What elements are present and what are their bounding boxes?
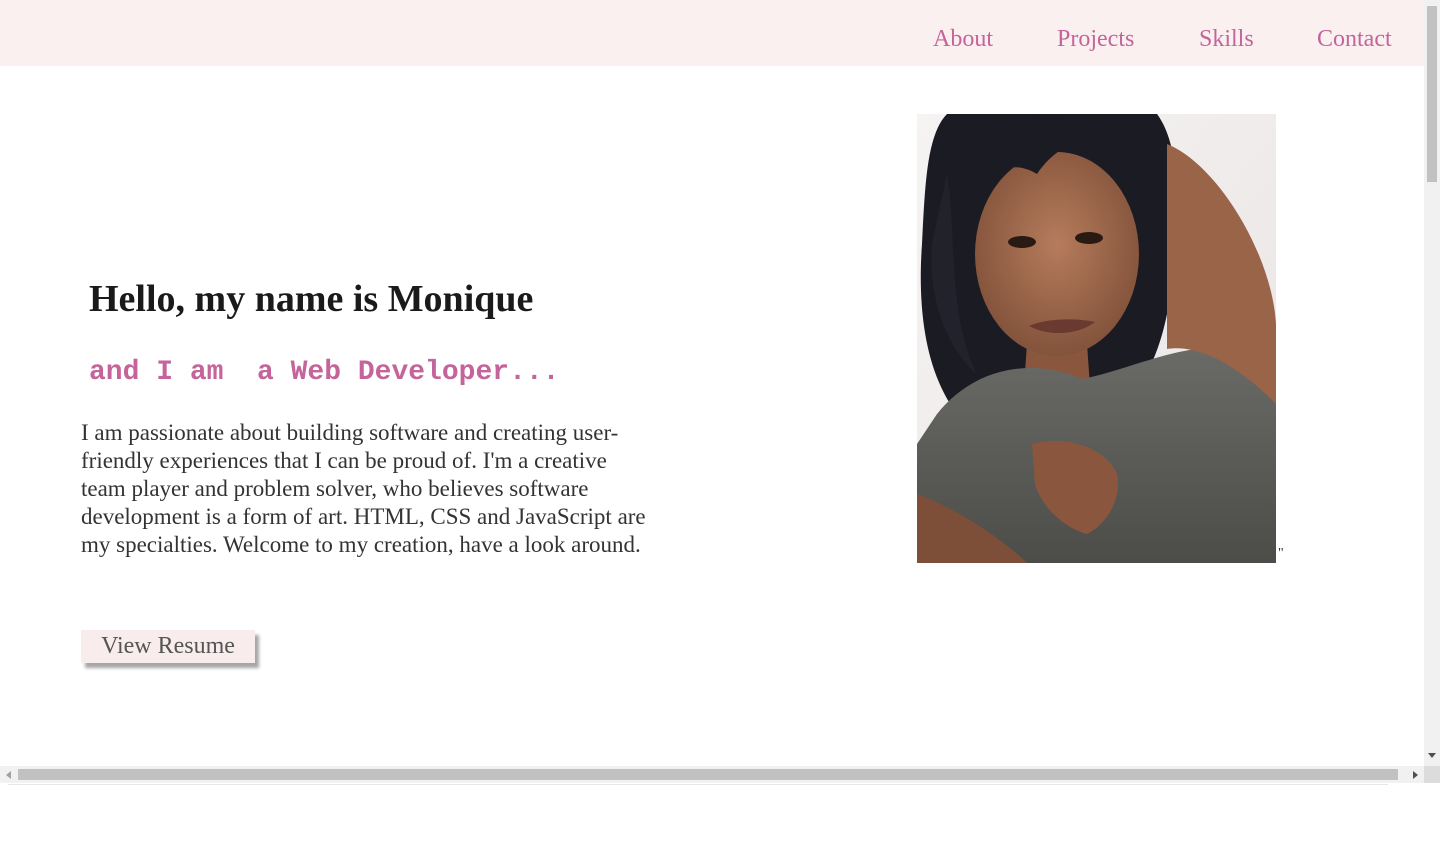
scroll-left-arrow-icon[interactable] <box>6 771 11 779</box>
nav-about-link[interactable]: About <box>933 24 993 54</box>
stray-quote-text: " <box>1278 546 1284 561</box>
horizontal-scrollbar-thumb[interactable] <box>18 769 1398 780</box>
nav-projects-link[interactable]: Projects <box>1057 24 1134 54</box>
nav-contact-link[interactable]: Contact <box>1317 24 1392 54</box>
vertical-scrollbar[interactable] <box>1424 0 1440 766</box>
profile-photo <box>917 114 1276 563</box>
hero-description: I am passionate about building software … <box>81 420 646 557</box>
hero-subtitle: and I am a Web Developer... <box>89 357 560 388</box>
scroll-right-arrow-icon[interactable] <box>1413 771 1418 779</box>
bottom-divider <box>8 784 1388 785</box>
vertical-scrollbar-thumb[interactable] <box>1427 6 1437 182</box>
nav-skills-link[interactable]: Skills <box>1199 24 1254 54</box>
page-viewport: About Projects Skills Contact Hello, my … <box>0 0 1424 766</box>
scrollbar-corner <box>1424 766 1440 783</box>
scroll-down-arrow-icon[interactable] <box>1428 753 1436 758</box>
top-navbar: About Projects Skills Contact <box>0 0 1424 66</box>
view-resume-button[interactable]: View Resume <box>81 630 255 663</box>
hero-title: Hello, my name is Monique <box>89 278 534 320</box>
horizontal-scrollbar[interactable] <box>0 766 1424 783</box>
